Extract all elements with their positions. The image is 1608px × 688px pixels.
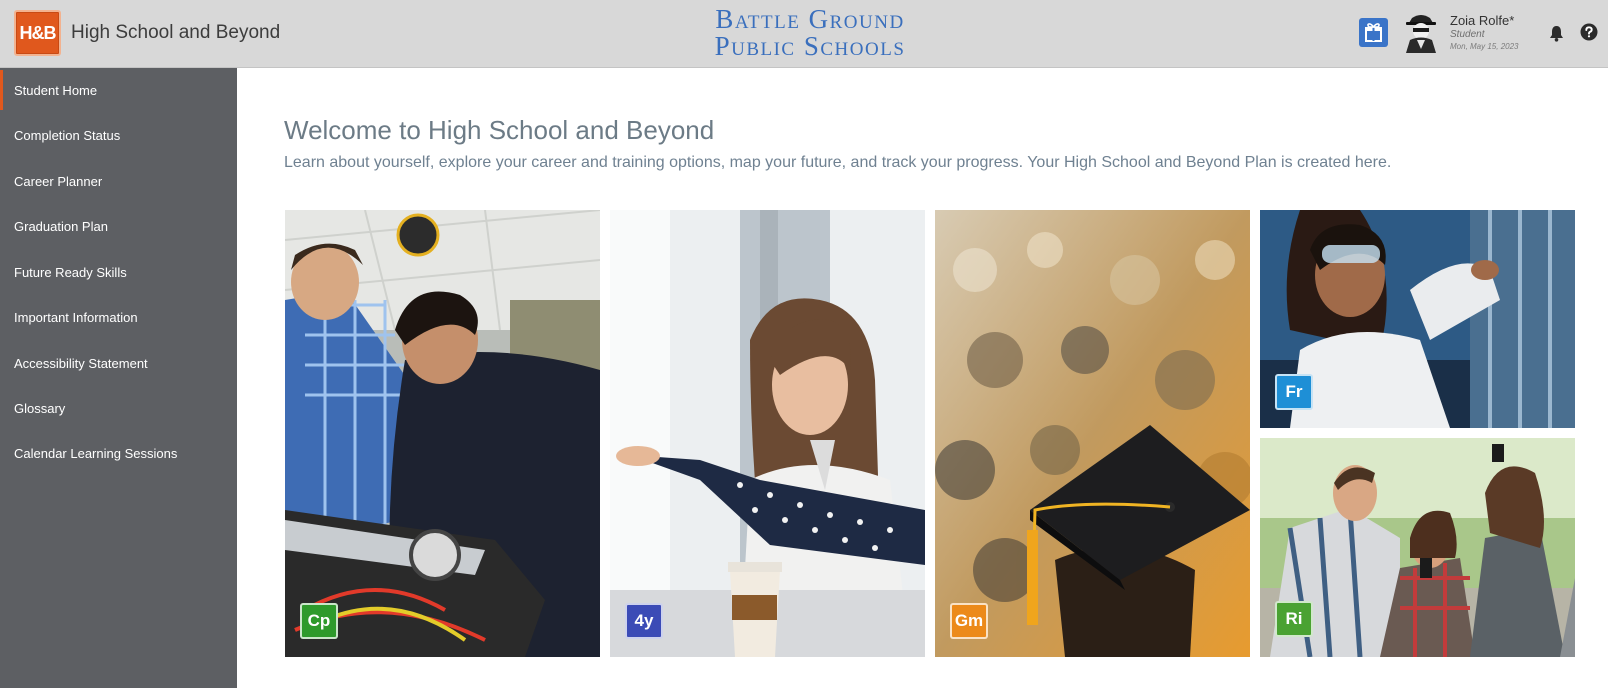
tile-results-interests[interactable]: Ri <box>1260 438 1575 657</box>
sidebar-item-calendar-learning-sessions[interactable]: Calendar Learning Sessions <box>0 433 237 473</box>
page-subtitle: Learn about yourself, explore your caree… <box>284 154 1392 171</box>
robotics-students-image <box>285 210 600 657</box>
user-name[interactable]: Zoia Rolfe* <box>1450 13 1514 28</box>
student-pointing-image <box>610 210 925 657</box>
district-logo: Battle Ground Public Schools <box>640 6 980 60</box>
gift-icon[interactable] <box>1359 18 1388 47</box>
tile-badge-4y: 4y <box>625 603 663 639</box>
tile-graduation-milestones[interactable]: Gm <box>935 210 1250 657</box>
sidebar-item-future-ready-skills[interactable]: Future Ready Skills <box>0 252 237 292</box>
tile-four-year-plan[interactable]: 4y <box>610 210 925 657</box>
sidebar-item-important-information[interactable]: Important Information <box>0 297 237 337</box>
tile-badge-gm: Gm <box>950 603 988 639</box>
user-role: Student <box>1450 29 1485 40</box>
current-date: Mon, May 15, 2023 <box>1450 42 1519 51</box>
tile-career-planner[interactable]: Cp <box>285 210 600 657</box>
tile-badge-ri: Ri <box>1275 601 1313 637</box>
graduation-cap-image <box>935 210 1250 657</box>
app-title: High School and Beyond <box>71 22 281 43</box>
district-name-line2: Public Schools <box>714 31 906 61</box>
bell-icon[interactable] <box>1548 24 1565 42</box>
district-name-line1: Battle Ground <box>715 4 905 34</box>
tile-badge-fr: Fr <box>1275 374 1313 410</box>
sidebar-item-accessibility-statement[interactable]: Accessibility Statement <box>0 343 237 383</box>
hb-logo[interactable]: H&B <box>14 10 61 56</box>
help-icon[interactable] <box>1580 23 1598 41</box>
tile-badge-cp: Cp <box>300 603 338 639</box>
tile-future-ready[interactable]: Fr <box>1260 210 1575 428</box>
page-title: Welcome to High School and Beyond <box>284 115 715 145</box>
user-avatar[interactable] <box>1403 11 1439 53</box>
top-header: H&B High School and Beyond Battle Ground… <box>0 0 1608 68</box>
sidebar-item-student-home[interactable]: Student Home <box>0 70 237 110</box>
sidebar-item-completion-status[interactable]: Completion Status <box>0 115 237 155</box>
sidebar-item-career-planner[interactable]: Career Planner <box>0 161 237 201</box>
sidebar-item-glossary[interactable]: Glossary <box>0 388 237 428</box>
sidebar-nav: Student Home Completion Status Career Pl… <box>0 68 237 688</box>
sidebar-item-graduation-plan[interactable]: Graduation Plan <box>0 206 237 246</box>
